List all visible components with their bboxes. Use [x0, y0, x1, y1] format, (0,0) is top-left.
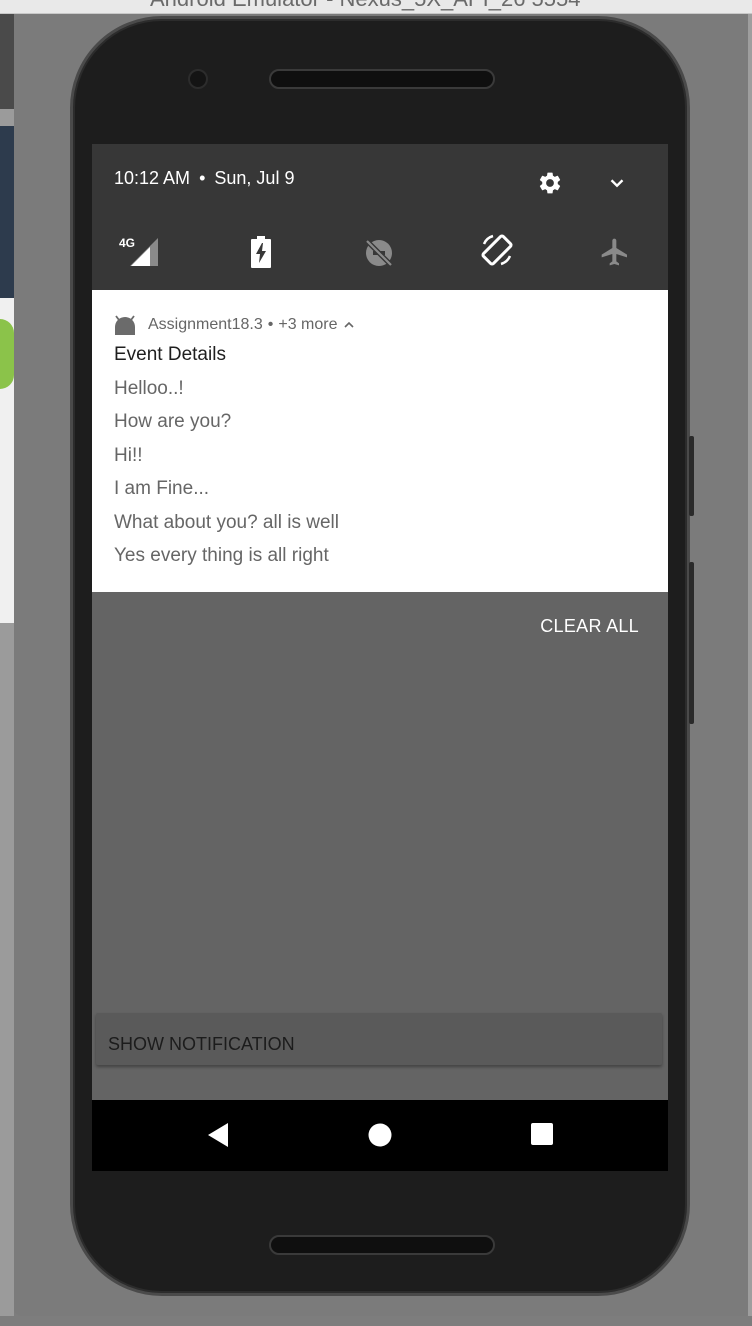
- expand-chevron-icon[interactable]: [606, 172, 628, 194]
- notification-line: What about you? all is well: [114, 512, 339, 533]
- device-screen: 10:12 AM • Sun, Jul 9 4G Assignment18.3 …: [92, 144, 668, 1171]
- notification-line: How are you?: [114, 411, 232, 432]
- settings-gear-icon[interactable]: [537, 170, 563, 196]
- collapse-chevron-icon[interactable]: [343, 319, 355, 331]
- notification-title: Event Details: [114, 344, 226, 365]
- window-edge: [748, 14, 752, 1316]
- datetime-separator: •: [199, 168, 206, 188]
- emulator-title-bar: Android Emulator - Nexus_5X_API_26 5554: [0, 0, 752, 14]
- notification-line: Hi!!: [114, 445, 143, 466]
- notification-header[interactable]: Assignment18.3 • +3 more: [114, 312, 355, 338]
- data-saver-off-icon[interactable]: [363, 237, 395, 269]
- clock-time: 10:12 AM: [114, 168, 191, 188]
- front-camera: [188, 69, 208, 89]
- emulator-title: Android Emulator - Nexus_5X_API_26 5554: [150, 0, 580, 12]
- bottom-speaker-grille: [269, 1235, 495, 1255]
- recents-icon[interactable]: [531, 1123, 553, 1145]
- notification-line: I am Fine...: [114, 478, 210, 499]
- notification-card[interactable]: Assignment18.3 • +3 more Event Details H…: [92, 290, 668, 592]
- header-separator: •: [267, 316, 274, 333]
- home-icon[interactable]: [367, 1122, 393, 1148]
- signal-4g-icon[interactable]: 4G: [118, 236, 160, 268]
- volume-button[interactable]: [689, 436, 694, 516]
- airplane-mode-icon[interactable]: [599, 236, 631, 268]
- navigation-bar: [92, 1100, 668, 1171]
- auto-rotate-icon[interactable]: [479, 232, 515, 268]
- battery-charging-icon[interactable]: [250, 236, 272, 268]
- notification-more-count: +3 more: [278, 316, 338, 333]
- quick-settings-panel: 10:12 AM • Sun, Jul 9 4G: [92, 144, 668, 290]
- back-icon[interactable]: [206, 1122, 230, 1148]
- date-text: Sun, Jul 9: [214, 168, 295, 188]
- top-speaker-grille: [269, 69, 495, 89]
- notification-line: Yes every thing is all right: [114, 545, 329, 566]
- android-app-icon: [115, 315, 135, 335]
- power-button[interactable]: [689, 562, 694, 724]
- notification-app-name: Assignment18.3: [148, 316, 263, 333]
- background-window-sliver: [0, 14, 14, 1316]
- status-datetime: 10:12 AM • Sun, Jul 9: [114, 168, 294, 189]
- show-notification-button[interactable]: SHOW NOTIFICATION: [96, 1013, 662, 1065]
- clear-all-button[interactable]: CLEAR ALL: [540, 616, 639, 637]
- show-notification-label: SHOW NOTIFICATION: [108, 1034, 295, 1054]
- notification-line: Helloo..!: [114, 378, 184, 399]
